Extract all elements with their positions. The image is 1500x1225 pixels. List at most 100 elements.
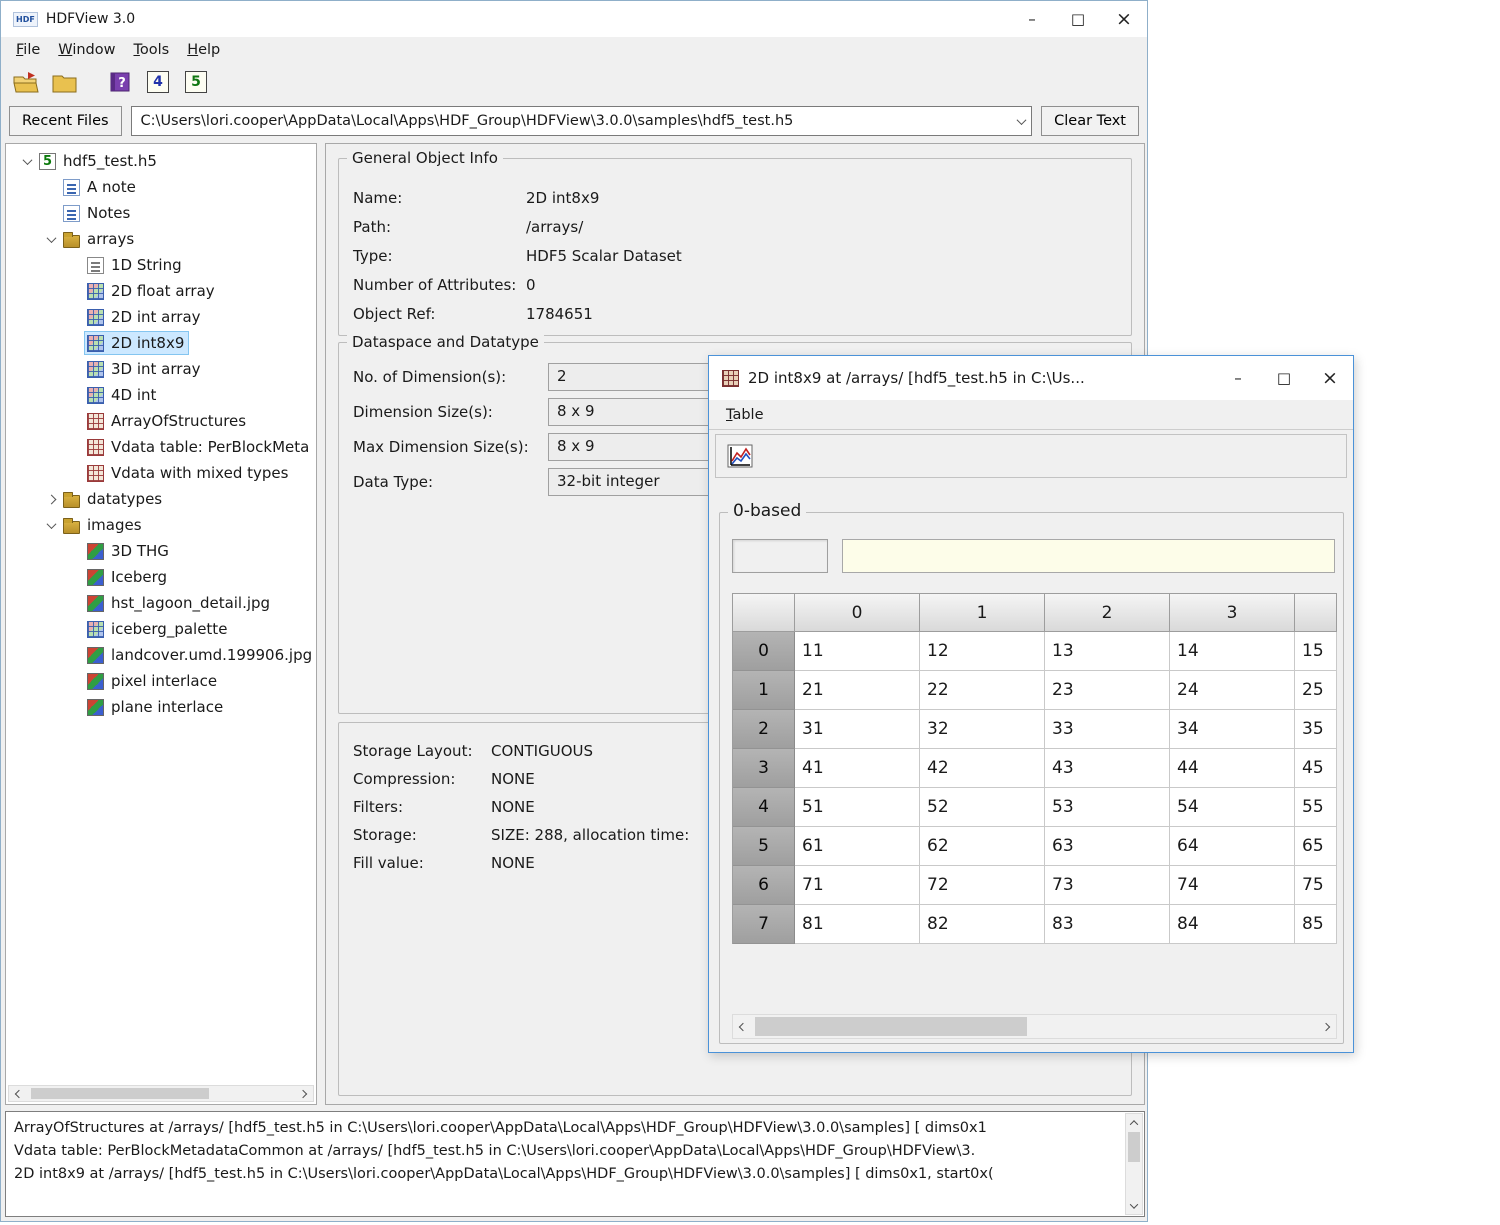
tree-item-3d-int-array[interactable]: 3D int array [6,356,316,382]
column-header-1[interactable]: 1 [920,594,1045,632]
close-file-button[interactable] [49,68,79,96]
menu-table[interactable]: Table [717,404,773,426]
file-path-combobox[interactable]: C:\Users\lori.cooper\AppData\Local\Apps\… [131,106,1033,136]
menu-file[interactable]: File [7,39,49,61]
table-cell[interactable]: 51 [795,788,920,827]
popup-minimize-button[interactable]: – [1215,356,1261,400]
row-header-4[interactable]: 4 [733,788,795,827]
clear-text-button[interactable]: Clear Text [1041,106,1139,136]
table-cell[interactable]: 12 [920,632,1045,671]
tree-item-hst-lagoon-detail-jpg[interactable]: hst_lagoon_detail.jpg [6,590,316,616]
tree-item-images[interactable]: images [6,512,316,538]
recent-files-button[interactable]: Recent Files [9,106,122,136]
menu-help[interactable]: Help [178,39,229,61]
row-header-1[interactable]: 1 [733,671,795,710]
tree-item-iceberg[interactable]: Iceberg [6,564,316,590]
tree-item-vdata-with-mixed-types[interactable]: Vdata with mixed types [6,460,316,486]
table-cell[interactable]: 83 [1045,905,1170,944]
scrollbar-thumb[interactable] [31,1088,209,1099]
table-cell[interactable]: 31 [795,710,920,749]
popup-close-button[interactable]: × [1307,356,1353,400]
scrollbar-thumb[interactable] [1128,1132,1140,1162]
table-cell[interactable]: 13 [1045,632,1170,671]
table-cell[interactable]: 65 [1295,827,1337,866]
table-cell[interactable]: 75 [1295,866,1337,905]
tree-item-4d-int[interactable]: 4D int [6,382,316,408]
table-cell[interactable]: 73 [1045,866,1170,905]
table-cell[interactable]: 41 [795,749,920,788]
maximize-button[interactable]: □ [1055,1,1101,37]
table-cell[interactable]: 34 [1170,710,1295,749]
scroll-right-icon[interactable] [1316,1015,1336,1038]
tree-item-3d-thg[interactable]: 3D THG [6,538,316,564]
tree-item-hdf5-test-h5[interactable]: 5hdf5_test.h5 [6,148,316,174]
table-horizontal-scrollbar[interactable] [732,1014,1337,1039]
tree-horizontal-scrollbar[interactable] [8,1085,314,1102]
log-vertical-scrollbar[interactable] [1125,1113,1143,1215]
tree-item-datatypes[interactable]: datatypes [6,486,316,512]
row-header-5[interactable]: 5 [733,827,795,866]
scrollbar-track[interactable] [29,1086,293,1101]
popup-maximize-button[interactable]: □ [1261,356,1307,400]
tree-expand-icon[interactable] [42,496,60,503]
table-corner-cell[interactable] [733,594,795,632]
table-cell[interactable]: 62 [920,827,1045,866]
main-titlebar[interactable]: HDF HDFView 3.0 – □ × [1,1,1147,37]
table-cell[interactable]: 71 [795,866,920,905]
table-cell[interactable]: 72 [920,866,1045,905]
table-cell[interactable]: 22 [920,671,1045,710]
table-cell[interactable]: 15 [1295,632,1337,671]
table-cell[interactable]: 44 [1170,749,1295,788]
column-header-0[interactable]: 0 [795,594,920,632]
menu-tools[interactable]: Tools [124,39,178,61]
table-cell[interactable]: 25 [1295,671,1337,710]
minimize-button[interactable]: – [1009,1,1055,37]
table-cell[interactable]: 43 [1045,749,1170,788]
column-header-3[interactable]: 3 [1170,594,1295,632]
row-header-6[interactable]: 6 [733,866,795,905]
scrollbar-track[interactable] [1126,1131,1142,1197]
tree-item-plane-interlace[interactable]: plane interlace [6,694,316,720]
table-cell[interactable]: 82 [920,905,1045,944]
tree-item-a-note[interactable]: A note [6,174,316,200]
scroll-left-icon[interactable] [9,1086,29,1101]
row-header-7[interactable]: 7 [733,905,795,944]
column-header-2[interactable]: 2 [1045,594,1170,632]
table-cell[interactable]: 81 [795,905,920,944]
table-cell[interactable]: 11 [795,632,920,671]
scroll-down-icon[interactable] [1126,1197,1142,1214]
tree-collapse-icon[interactable] [42,236,60,243]
column-header-partial[interactable] [1295,594,1337,632]
cell-reference-field[interactable] [732,539,828,573]
hdf5-button[interactable]: 5 [181,68,211,96]
table-cell[interactable]: 63 [1045,827,1170,866]
tree-item-pixel-interlace[interactable]: pixel interlace [6,668,316,694]
tree-item-2d-int8x9[interactable]: 2D int8x9 [6,330,316,356]
popup-titlebar[interactable]: 2D int8x9 at /arrays/ [hdf5_test.h5 in C… [709,356,1353,400]
tree-item-arrayofstructures[interactable]: ArrayOfStructures [6,408,316,434]
row-header-3[interactable]: 3 [733,749,795,788]
table-cell[interactable]: 84 [1170,905,1295,944]
table-cell[interactable]: 53 [1045,788,1170,827]
table-cell[interactable]: 33 [1045,710,1170,749]
scrollbar-track[interactable] [753,1015,1316,1038]
table-cell[interactable]: 55 [1295,788,1337,827]
scroll-left-icon[interactable] [733,1015,753,1038]
table-cell[interactable]: 74 [1170,866,1295,905]
table-cell[interactable]: 21 [795,671,920,710]
table-cell[interactable]: 52 [920,788,1045,827]
table-cell[interactable]: 23 [1045,671,1170,710]
row-header-0[interactable]: 0 [733,632,795,671]
scrollbar-thumb[interactable] [755,1017,1027,1036]
row-header-2[interactable]: 2 [733,710,795,749]
tree-item-notes[interactable]: Notes [6,200,316,226]
log-text[interactable]: ArrayOfStructures at /arrays/ [hdf5_test… [6,1112,1144,1186]
menu-window[interactable]: Window [49,39,124,61]
table-cell[interactable]: 32 [920,710,1045,749]
table-cell[interactable]: 42 [920,749,1045,788]
tree-item-1d-string[interactable]: 1D String [6,252,316,278]
line-plot-button[interactable] [725,441,755,471]
tree-collapse-icon[interactable] [18,158,36,165]
help-button[interactable]: ? [105,68,135,96]
tree-item-2d-int-array[interactable]: 2D int array [6,304,316,330]
